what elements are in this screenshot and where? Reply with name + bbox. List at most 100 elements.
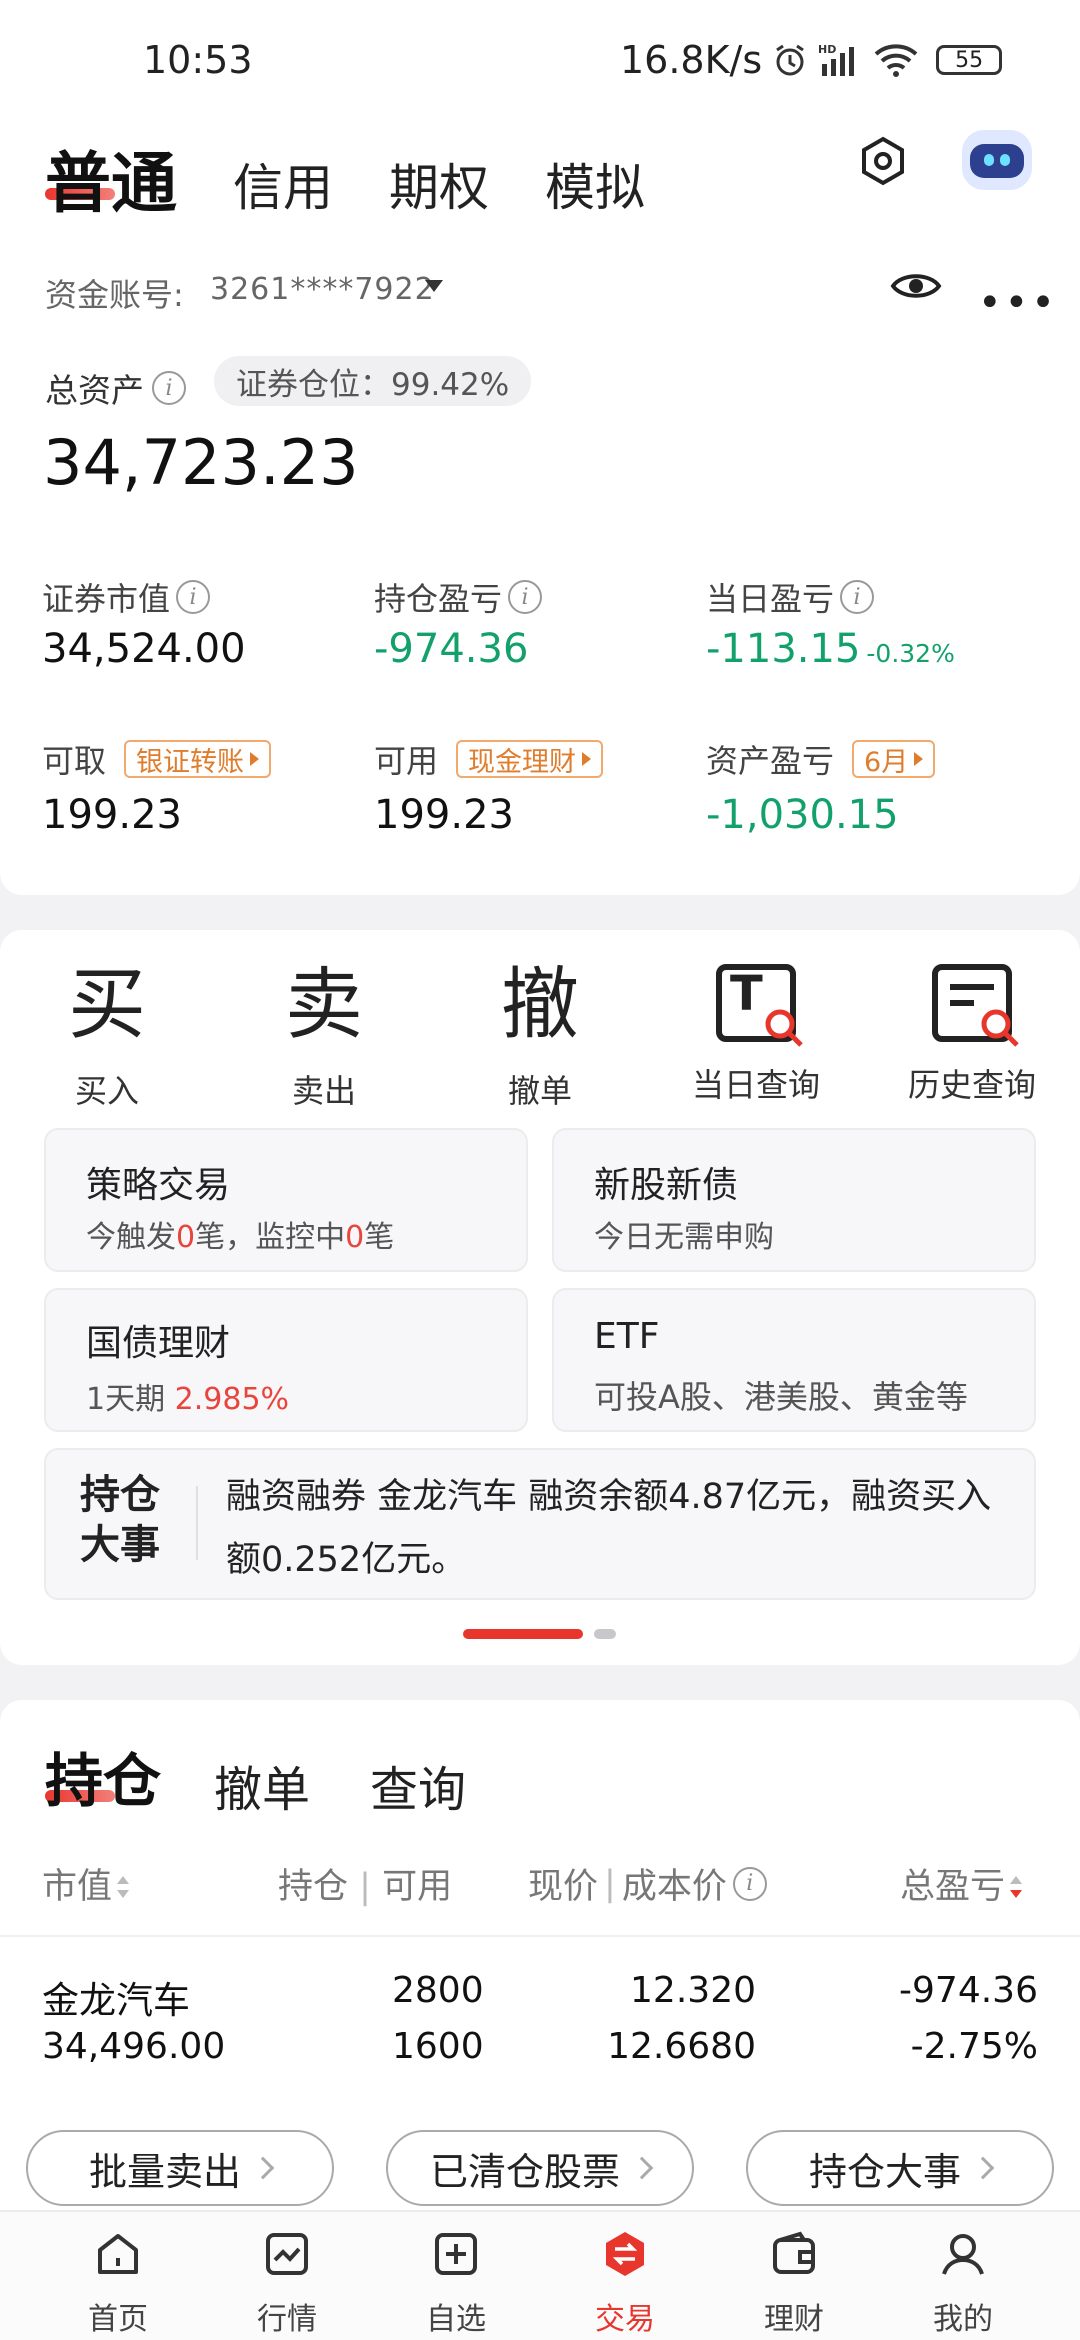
- holding-news-badge: 持仓 大事: [80, 1470, 176, 1570]
- total-assets-value: 34,723.23: [43, 426, 359, 499]
- signal-icon: HD: [818, 43, 855, 76]
- position-ratio-chip: 证券仓位：99.42%: [214, 356, 532, 406]
- info-icon[interactable]: i: [840, 580, 875, 614]
- history-query-label: 历史查询: [907, 1066, 1036, 1104]
- history-query-button[interactable]: 历史查询: [872, 950, 1072, 1106]
- profile-icon: [942, 2234, 984, 2275]
- col-label: 市值: [42, 1867, 113, 1907]
- strategy-sub-b: 笔，监控中: [195, 1220, 346, 1255]
- buy-button[interactable]: 买 买入: [7, 950, 207, 1112]
- account-label: 资金账号:: [45, 276, 184, 314]
- chevron-right-icon: [630, 2156, 654, 2180]
- tab-normal[interactable]: 普通: [45, 130, 177, 226]
- etf-sub: 可投A股、港美股、黄金等: [594, 1378, 968, 1416]
- total-assets-text: 总资产: [45, 371, 144, 410]
- network-speed: 16.8K/s: [620, 38, 763, 82]
- stock-name: 金龙汽车: [42, 1979, 190, 2022]
- chevron-right-icon: [971, 2156, 995, 2180]
- tab-options[interactable]: 期权: [389, 148, 489, 220]
- pill-label: 已清仓股票: [429, 2149, 620, 2194]
- info-icon[interactable]: i: [152, 371, 186, 405]
- settings-icon[interactable]: [858, 136, 908, 186]
- wifi-icon: [874, 44, 918, 77]
- cash-wealth-chip[interactable]: 现金理财: [456, 740, 604, 778]
- available-label: 可用 现金理财: [374, 736, 604, 782]
- history-query-icon: [932, 964, 1019, 1047]
- col-total-pl[interactable]: 总盈亏: [900, 1858, 1023, 1909]
- today-query-button[interactable]: T 当日查询: [656, 950, 856, 1106]
- battery-icon: 55: [936, 45, 1003, 75]
- cancel-order-button[interactable]: 撤 撤单: [440, 950, 640, 1112]
- account-dropdown-icon[interactable]: [425, 280, 443, 292]
- today-query-glyph: T: [730, 966, 763, 1022]
- treasury-term: 1天期: [86, 1382, 166, 1417]
- tab-query[interactable]: 查询: [370, 1750, 466, 1820]
- col-label: 成本价: [621, 1867, 727, 1907]
- asset-pl-value: -1,030.15: [706, 792, 899, 838]
- nav-profile[interactable]: 我的: [898, 2218, 1028, 2338]
- info-icon[interactable]: i: [176, 580, 211, 614]
- assistant-robot-icon[interactable]: [962, 130, 1032, 190]
- news-divider: [196, 1486, 198, 1560]
- stat-label-text: 持仓盈亏: [374, 580, 503, 618]
- nav-wealth[interactable]: 理财: [729, 2218, 859, 2338]
- daily-pl-label: 当日盈亏 i: [706, 574, 875, 620]
- alarm-icon: [776, 44, 804, 76]
- today-query-label: 当日查询: [691, 1066, 820, 1104]
- nav-label: 理财: [764, 2302, 824, 2337]
- tab-credit[interactable]: 信用: [233, 148, 333, 220]
- info-icon[interactable]: i: [508, 580, 543, 614]
- nav-market[interactable]: 行情: [222, 2218, 352, 2338]
- bank-transfer-chip[interactable]: 银证转账: [124, 740, 272, 778]
- nav-label: 自选: [426, 2302, 486, 2337]
- nav-home[interactable]: 首页: [53, 2218, 183, 2338]
- cleared-stocks-button[interactable]: 已清仓股票: [386, 2130, 694, 2206]
- eye-icon[interactable]: [890, 266, 942, 306]
- nav-label: 行情: [257, 2302, 317, 2337]
- buy-label: 买入: [74, 1072, 139, 1110]
- stat-label-text: 可取: [42, 742, 107, 780]
- sell-button[interactable]: 卖 卖出: [224, 950, 424, 1112]
- strategy-trading-title: 策略交易: [86, 1165, 231, 1206]
- col-label: 现价: [528, 1867, 599, 1907]
- home-icon: [98, 2234, 138, 2274]
- nav-label: 交易: [595, 2302, 655, 2337]
- info-icon[interactable]: i: [732, 1866, 767, 1901]
- account-number[interactable]: 3261****7922: [210, 272, 435, 307]
- strategy-trading-sub: 今触发0笔，监控中0笔: [86, 1212, 394, 1256]
- strategy-sub-a: 今触发: [86, 1220, 176, 1255]
- available-value: 199.23: [374, 792, 514, 838]
- status-time: 10:53: [143, 38, 253, 82]
- daily-pl-amount: -113.15: [706, 626, 861, 672]
- buy-icon: 买: [67, 960, 146, 1050]
- nav-label: 我的: [933, 2302, 993, 2337]
- nav-trade[interactable]: 交易: [560, 2218, 690, 2338]
- stat-label-text: 资产盈亏: [706, 742, 835, 780]
- market-value-label: 证券市值 i: [42, 574, 211, 620]
- batch-sell-button[interactable]: 批量卖出: [26, 2130, 334, 2206]
- ipo-sub: 今日无需申购: [594, 1220, 774, 1255]
- holding-events-button[interactable]: 持仓大事: [746, 2130, 1054, 2206]
- carousel-dot-active[interactable]: [463, 1629, 583, 1639]
- position-pl-label: 持仓盈亏 i: [374, 574, 543, 620]
- caret-right-icon: [582, 752, 592, 766]
- holding-news-text: 融资融券 金龙汽车 融资余额4.87亿元，融资买入额0.252亿元。: [226, 1477, 992, 1580]
- stock-market-value: 34,496.00: [42, 2026, 226, 2067]
- sort-icon: [116, 1876, 130, 1900]
- withdrawable-label: 可取 银证转账: [42, 736, 272, 782]
- tab-cancel-orders[interactable]: 撤单: [214, 1750, 310, 1820]
- nav-watchlist[interactable]: 自选: [391, 2218, 521, 2338]
- tab-simulation[interactable]: 模拟: [545, 148, 645, 220]
- col-market-value[interactable]: 市值: [42, 1858, 130, 1909]
- more-icon[interactable]: •••: [978, 280, 1058, 326]
- status-indicators: 16.8K/s HD 55: [620, 38, 1003, 82]
- carousel-dot[interactable]: [594, 1629, 616, 1639]
- stock-pl-percent: -2.75%: [910, 2026, 1038, 2067]
- stat-label-text: 可用: [374, 742, 439, 780]
- tab-holdings[interactable]: 持仓: [45, 1734, 161, 1818]
- month-chip[interactable]: 6月: [852, 740, 936, 778]
- magnifier-icon: [981, 1009, 1019, 1047]
- chip-text: 现金理财: [468, 746, 577, 778]
- badge-line-1: 持仓: [80, 1472, 160, 1518]
- treasury-sub: 1天期 2.985%: [86, 1374, 289, 1418]
